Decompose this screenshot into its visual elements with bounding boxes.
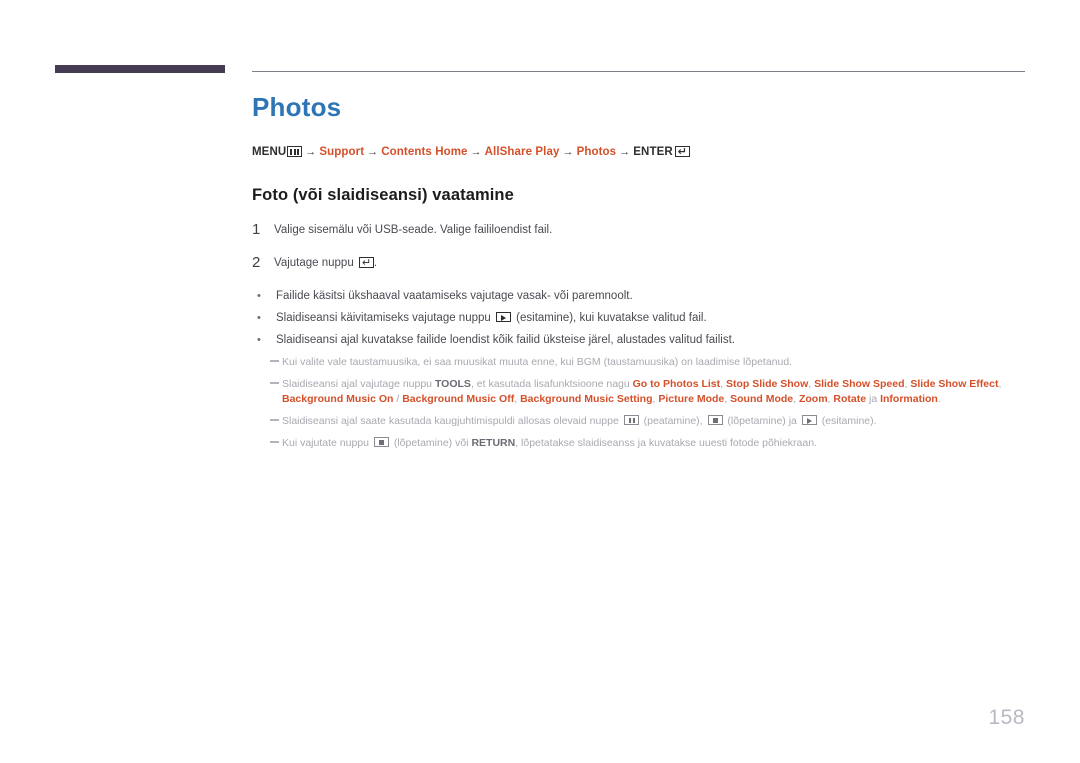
page-content: Photos MENU → Support → Contents Home → AllSha… <box>252 92 1042 458</box>
bullet-list: • Failide käsitsi ükshaaval vaatamiseks … <box>252 289 1042 347</box>
note-conjunction: ja <box>866 393 881 406</box>
tools-option-slide-show-speed: Slide Show Speed <box>814 378 905 391</box>
note-item-bgm: Kui valite vale taustamuusika, ei saa mu… <box>252 355 1042 370</box>
note-item-tools: Slaidiseansi ajal vajutage nuppu TOOLS, … <box>252 377 1042 407</box>
play-icon <box>801 415 817 426</box>
stop-icon <box>707 415 723 426</box>
note-list: Kui valite vale taustamuusika, ei saa mu… <box>252 355 1042 451</box>
header-accent-bar <box>55 65 225 73</box>
note-dash-icon <box>270 414 282 428</box>
stop-icon <box>373 437 389 448</box>
tools-option-slide-show-effect: Slide Show Effect <box>910 378 999 391</box>
bullet-text: Slaidiseansi ajal kuvatakse failide loen… <box>276 334 735 347</box>
tools-button-label: TOOLS <box>434 378 471 391</box>
breadcrumb-item-allshare-play[interactable]: AllShare Play <box>485 146 560 158</box>
step-text: Valige sisemälu või USB-seade. Valige fa… <box>274 224 553 237</box>
page-number: 158 <box>988 706 1025 729</box>
tools-option-background-music-off: Background Music Off <box>402 393 515 406</box>
note-item-remote: Slaidiseansi ajal saate kasutada kaugjuh… <box>252 414 1042 429</box>
step-number: 2 <box>252 254 261 272</box>
steps-list: 1 Valige sisemälu või USB-seade. Valige … <box>252 221 1042 272</box>
breadcrumb: MENU → Support → Contents Home → AllShare Play… <box>252 145 1042 159</box>
breadcrumb-arrow-1: → <box>305 146 317 159</box>
section-heading: Foto (või slaidiseansi) vaatamine <box>252 185 514 204</box>
note-text: Kui vajutate nuppu (lõpetamine) või RETU… <box>282 436 817 451</box>
breadcrumb-item-contents-home[interactable]: Contents Home <box>381 146 467 158</box>
bullet-marker: • <box>257 290 261 303</box>
breadcrumb-arrow-4: → <box>562 146 574 159</box>
note-dash-icon <box>270 436 282 450</box>
note-lead: Slaidiseansi ajal saate kasutada kaugjuh… <box>282 415 622 428</box>
note-lead: Slaidiseansi ajal vajutage nuppu <box>282 378 435 391</box>
tools-option-stop-slide-show: Stop Slide Show <box>725 378 809 391</box>
pause-icon <box>623 415 639 426</box>
enter-icon: ↵ <box>358 256 374 269</box>
breadcrumb-menu-label: MENU <box>252 146 287 159</box>
pause-label: (peatamine), <box>640 415 706 428</box>
step-item-1: 1 Valige sisemälu või USB-seade. Valige … <box>252 221 1042 239</box>
note-end: . <box>937 393 941 406</box>
tools-option-background-music-on: Background Music On <box>282 393 394 406</box>
list-item: • Slaidiseansi ajal kuvatakse failide lo… <box>252 333 1042 347</box>
header-divider-rule <box>252 71 1025 72</box>
step-number: 1 <box>252 221 261 239</box>
list-item: • Slaidiseansi käivitamiseks vajutage nu… <box>252 311 1042 325</box>
step-item-2: 2 Vajutage nuppu ↵. <box>252 254 1042 272</box>
page-title: Photos <box>252 92 342 122</box>
note-text: Slaidiseansi ajal saate kasutada kaugjuh… <box>282 414 877 429</box>
breadcrumb-arrow-2: → <box>367 146 379 159</box>
breadcrumb-item-support[interactable]: Support <box>319 146 364 158</box>
breadcrumb-item-photos[interactable]: Photos <box>577 146 617 158</box>
tools-option-go-to-photos-list: Go to Photos List <box>632 378 721 391</box>
note-mid: , et kasutada lisafunktsioone nagu <box>470 378 633 391</box>
note-lead: Kui vajutate nuppu <box>282 437 372 450</box>
bullet-marker: • <box>257 312 261 325</box>
step-text: Vajutage nuppu ↵. <box>274 256 377 270</box>
breadcrumb-enter-label: ENTER <box>633 146 673 159</box>
return-button-label: RETURN <box>471 437 516 450</box>
bullet-text: Slaidiseansi käivitamiseks vajutage nupp… <box>276 311 707 325</box>
note-text: Slaidiseansi ajal vajutage nuppu TOOLS, … <box>282 378 1002 406</box>
bullet-text: Failide käsitsi ükshaaval vaatamiseks va… <box>276 290 633 303</box>
enter-icon: ↵ <box>674 145 690 158</box>
note-text: Kui valite vale taustamuusika, ei saa mu… <box>282 356 793 369</box>
note-slash: / <box>393 393 403 406</box>
play-label: (esitamine). <box>818 415 877 428</box>
note-end: , lõpetatakse slaidiseanss ja kuvatakse … <box>515 437 817 450</box>
bullet-text-after: (esitamine), kui kuvatakse valitud fail. <box>512 312 707 325</box>
menu-icon <box>287 146 303 158</box>
stop-label: (lõpetamine) ja <box>724 415 800 428</box>
tools-option-background-music-setting: Background Music Setting <box>520 393 653 406</box>
bullet-marker: • <box>257 334 261 347</box>
breadcrumb-arrow-5: → <box>619 146 631 159</box>
note-item-return: Kui vajutate nuppu (lõpetamine) või RETU… <box>252 436 1042 451</box>
step-text-before: Vajutage nuppu <box>274 257 357 270</box>
step-text-after: . <box>373 257 378 270</box>
tools-option-sound-mode: Sound Mode <box>730 393 794 406</box>
tools-option-rotate: Rotate <box>833 393 867 406</box>
play-icon <box>495 312 511 323</box>
tools-option-picture-mode: Picture Mode <box>658 393 725 406</box>
list-item: • Failide käsitsi ükshaaval vaatamiseks … <box>252 289 1042 303</box>
tools-option-information: Information <box>880 393 938 406</box>
bullet-text-before: Slaidiseansi käivitamiseks vajutage nupp… <box>276 312 494 325</box>
note-dash-icon <box>270 377 282 391</box>
tools-option-zoom: Zoom <box>798 393 828 406</box>
note-dash-icon <box>270 355 282 369</box>
breadcrumb-arrow-3: → <box>470 146 482 159</box>
note-mid: (lõpetamine) või <box>390 437 472 450</box>
